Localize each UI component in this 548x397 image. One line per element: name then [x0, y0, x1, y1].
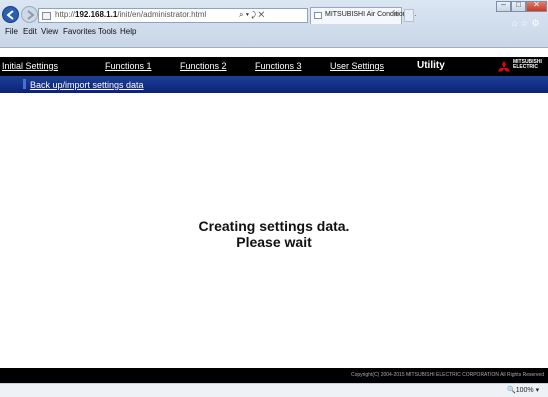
menu-file[interactable]: File: [5, 27, 18, 36]
logo-text: MITSUBISHI ELECTRIC: [513, 60, 542, 70]
sub-nav-marker: [23, 79, 26, 89]
tab-user-settings[interactable]: User Settings: [330, 61, 384, 71]
maximize-button[interactable]: □: [511, 0, 526, 12]
status-message: Creating settings data. Please wait: [0, 218, 548, 250]
browser-chrome: http://192.168.1.1/init/en/administrator…: [0, 0, 548, 48]
address-host: 192.168.1.1: [75, 10, 118, 19]
menu-help[interactable]: Help: [120, 27, 136, 36]
address-bar[interactable]: http://192.168.1.1/init/en/administrator…: [38, 8, 308, 23]
menu-view[interactable]: View: [41, 27, 58, 36]
forward-arrow-icon: [27, 10, 35, 20]
status-bar: 🔍100% ▾: [0, 383, 548, 397]
address-tools[interactable]: ⌕ ▾ ⤸ ✕: [239, 10, 264, 20]
address-prefix: http://: [55, 10, 76, 19]
forward-button[interactable]: [21, 6, 38, 23]
maximize-icon: □: [516, 0, 521, 9]
app-header: Initial Settings Functions 1 Functions 2…: [0, 57, 548, 76]
tab-page-icon: [314, 12, 322, 19]
menu-tools[interactable]: Tools: [98, 27, 117, 36]
browser-tab[interactable]: MITSUBISHI Air Conditione... ✕: [310, 7, 416, 24]
status-message-line-1: Creating settings data.: [198, 218, 350, 234]
tab-close-icon[interactable]: ✕: [393, 10, 400, 19]
copyright-text: Copyright(C) 2004-2015 MITSUBISHI ELECTR…: [350, 372, 544, 378]
tab-functions-3[interactable]: Functions 3: [255, 61, 302, 71]
mitsubishi-logo-icon: [498, 61, 510, 72]
close-icon: ✕: [533, 0, 540, 9]
zoom-control[interactable]: 🔍100% ▾: [507, 386, 539, 394]
logo-line-2: ELECTRIC: [513, 64, 538, 70]
tab-title: MITSUBISHI Air Conditione...: [325, 11, 417, 18]
backup-import-link[interactable]: Back up/import settings data: [30, 80, 144, 90]
minimize-icon: –: [501, 0, 506, 9]
menu-bar: File Edit View Favorites Tools Help: [0, 27, 548, 37]
minimize-button[interactable]: –: [496, 0, 511, 12]
back-button[interactable]: [2, 6, 19, 23]
close-window-button[interactable]: ✕: [526, 0, 547, 12]
main-content: Creating settings data. Please wait: [0, 93, 548, 368]
new-tab-button[interactable]: [404, 9, 414, 22]
footer: Copyright(C) 2004-2015 MITSUBISHI ELECTR…: [0, 368, 548, 383]
address-path: /init/en/administrator.html: [117, 10, 207, 19]
menu-favorites[interactable]: Favorites: [63, 27, 96, 36]
menu-edit[interactable]: Edit: [23, 27, 37, 36]
sub-nav-bar: Back up/import settings data: [0, 76, 548, 93]
tab-functions-2[interactable]: Functions 2: [180, 61, 227, 71]
tab-initial-settings[interactable]: Initial Settings: [2, 61, 58, 71]
status-message-line-2: Please wait: [236, 234, 312, 250]
page-icon: [42, 12, 51, 20]
tab-utility[interactable]: Utility: [417, 60, 445, 71]
address-url[interactable]: http://192.168.1.1/init/en/administrator…: [55, 10, 206, 19]
tab-functions-1[interactable]: Functions 1: [105, 61, 152, 71]
back-arrow-icon: [6, 10, 14, 20]
